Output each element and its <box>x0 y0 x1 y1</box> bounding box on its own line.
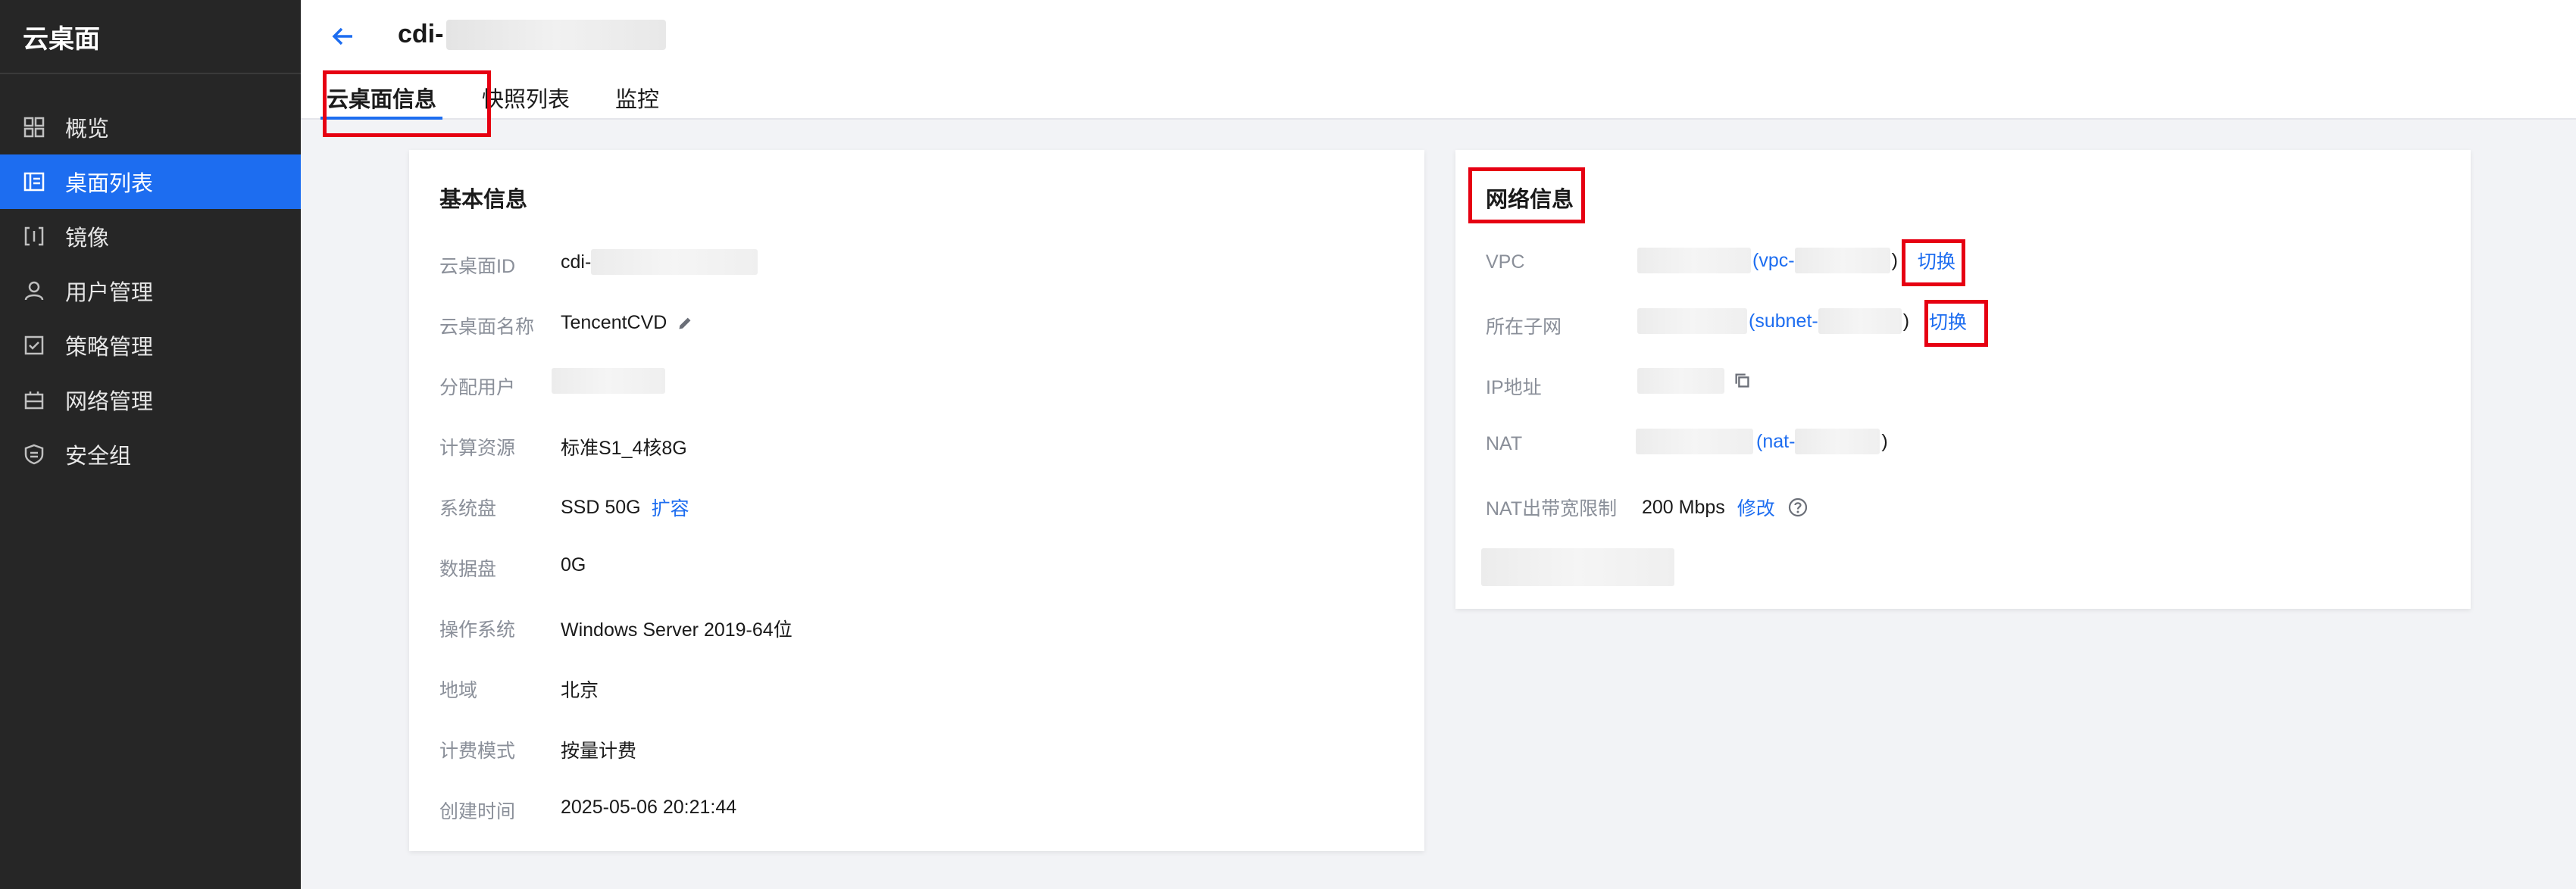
shield-icon <box>23 443 45 466</box>
row-value: 北京 <box>561 680 599 701</box>
row-label: 计费模式 <box>439 741 516 762</box>
basic-info-card: 基本信息 云桌面ID cdi- 云桌面名称 TencentCVD 分配用户 计算… <box>409 150 1424 851</box>
tab-monitor[interactable]: 监控 <box>615 73 659 120</box>
redacted-value <box>1636 429 1753 454</box>
desktop-list-icon <box>23 170 45 193</box>
page-title: cdi- <box>398 20 444 48</box>
desktop-id-value: cdi- <box>561 249 758 275</box>
row-label: VPC <box>1486 251 1525 273</box>
switch-vpc-link[interactable]: 切换 <box>1918 247 1955 274</box>
row-label: 操作系统 <box>439 619 516 641</box>
image-icon <box>23 225 45 248</box>
paren-close: ) <box>1902 310 1910 332</box>
row-value: 2025-05-06 20:21:44 <box>561 797 737 818</box>
subnet-link[interactable]: (subnet- <box>1749 310 1818 332</box>
ip-value <box>1637 368 1753 394</box>
switch-subnet-link[interactable]: 切换 <box>1929 307 1967 335</box>
row-value: SSD 50G <box>561 496 641 518</box>
sidebar-item-label: 概览 <box>65 117 110 142</box>
tab-bar: 云桌面信息 快照列表 监控 <box>320 73 705 120</box>
redacted-value <box>552 368 665 394</box>
sidebar-item-image[interactable]: 镜像 <box>0 209 301 264</box>
sidebar-nav: 概览 桌面列表 镜像 用户管理 策略管理 网络管理 安全组 <box>0 100 301 482</box>
tab-desktop-info[interactable]: 云桌面信息 <box>320 73 443 120</box>
sidebar-item-label: 安全组 <box>65 444 132 469</box>
redacted-value <box>1794 248 1890 273</box>
row-label: 云桌面ID <box>439 256 516 277</box>
row-label: 系统盘 <box>439 498 497 519</box>
nat-value: (nat- ) <box>1636 429 1888 454</box>
row-label: 创建时间 <box>439 801 516 822</box>
row-value: cdi- <box>561 251 592 273</box>
grid-icon <box>23 116 45 139</box>
row-value: TencentCVD <box>561 312 667 333</box>
row-label: 地域 <box>439 680 478 701</box>
sidebar-item-network-management[interactable]: 网络管理 <box>0 373 301 427</box>
sidebar-item-label: 网络管理 <box>65 390 154 414</box>
row-label: NAT <box>1486 433 1523 454</box>
sidebar-item-label: 镜像 <box>65 226 110 251</box>
sidebar-item-user-management[interactable]: 用户管理 <box>0 264 301 318</box>
tab-snapshot-list[interactable]: 快照列表 <box>482 73 570 120</box>
card-title: 基本信息 <box>439 188 528 212</box>
row-label: 分配用户 <box>439 377 516 398</box>
redacted-value <box>1637 308 1747 334</box>
row-value: 标准S1_4核8G <box>561 438 687 459</box>
bandwidth-value: 200 Mbps 修改 <box>1642 494 1809 521</box>
redacted-value <box>591 249 758 275</box>
assigned-user-value <box>552 368 665 394</box>
nat-link[interactable]: (nat- <box>1756 431 1795 453</box>
sidebar-item-label: 桌面列表 <box>65 172 154 196</box>
vpc-link[interactable]: (vpc- <box>1752 250 1795 272</box>
user-icon <box>23 279 45 302</box>
copy-icon[interactable] <box>1732 370 1753 391</box>
row-value: Windows Server 2019-64位 <box>561 619 792 641</box>
sidebar-item-desktop-list[interactable]: 桌面列表 <box>0 154 301 209</box>
redacted-value <box>1637 248 1751 273</box>
redacted-value <box>1637 368 1724 394</box>
redacted-value <box>1795 429 1880 454</box>
network-icon <box>23 388 45 411</box>
subnet-value: (subnet- ) 切换 <box>1637 307 1967 335</box>
sidebar-item-label: 用户管理 <box>65 281 154 305</box>
desktop-name-value: TencentCVD <box>561 312 696 334</box>
modify-bandwidth-link[interactable]: 修改 <box>1737 494 1775 521</box>
row-value: 按量计费 <box>561 741 637 762</box>
vpc-value: (vpc- ) 切换 <box>1637 247 1955 274</box>
redacted-id <box>446 20 666 50</box>
sidebar-title: 云桌面 <box>23 25 100 54</box>
redacted-value <box>1818 308 1902 334</box>
policy-icon <box>23 334 45 357</box>
back-arrow-icon[interactable] <box>328 21 358 51</box>
expand-link[interactable]: 扩容 <box>652 494 689 521</box>
help-circle-icon[interactable] <box>1787 497 1809 518</box>
edit-pencil-icon[interactable] <box>674 313 696 334</box>
sidebar-divider <box>0 73 301 74</box>
row-label: IP地址 <box>1486 377 1542 398</box>
sidebar-item-policy-management[interactable]: 策略管理 <box>0 318 301 373</box>
row-value: 200 Mbps <box>1642 496 1725 518</box>
row-label: 计算资源 <box>439 438 516 459</box>
row-label: 云桌面名称 <box>439 317 535 338</box>
system-disk-value: SSD 50G 扩容 <box>561 494 689 521</box>
row-label: 数据盘 <box>439 559 497 580</box>
card-title: 网络信息 <box>1486 188 1574 212</box>
row-label: 所在子网 <box>1486 317 1562 338</box>
sidebar-item-label: 策略管理 <box>65 335 154 360</box>
paren-close: ) <box>1891 249 1898 271</box>
row-value: 0G <box>561 554 586 576</box>
sidebar-item-security-group[interactable]: 安全组 <box>0 427 301 482</box>
redacted-footer <box>1481 548 1674 586</box>
sidebar: 云桌面 概览 桌面列表 镜像 用户管理 策略管理 网络管理 安全组 <box>0 0 301 889</box>
paren-close: ) <box>1881 430 1888 452</box>
page-header: cdi- 云桌面信息 快照列表 监控 <box>301 0 2576 120</box>
row-label: NAT出带宽限制 <box>1486 498 1618 519</box>
sidebar-item-overview[interactable]: 概览 <box>0 100 301 154</box>
network-info-card: 网络信息 VPC (vpc- ) 切换 所在子网 (subnet- ) 切换 I… <box>1455 150 2471 609</box>
